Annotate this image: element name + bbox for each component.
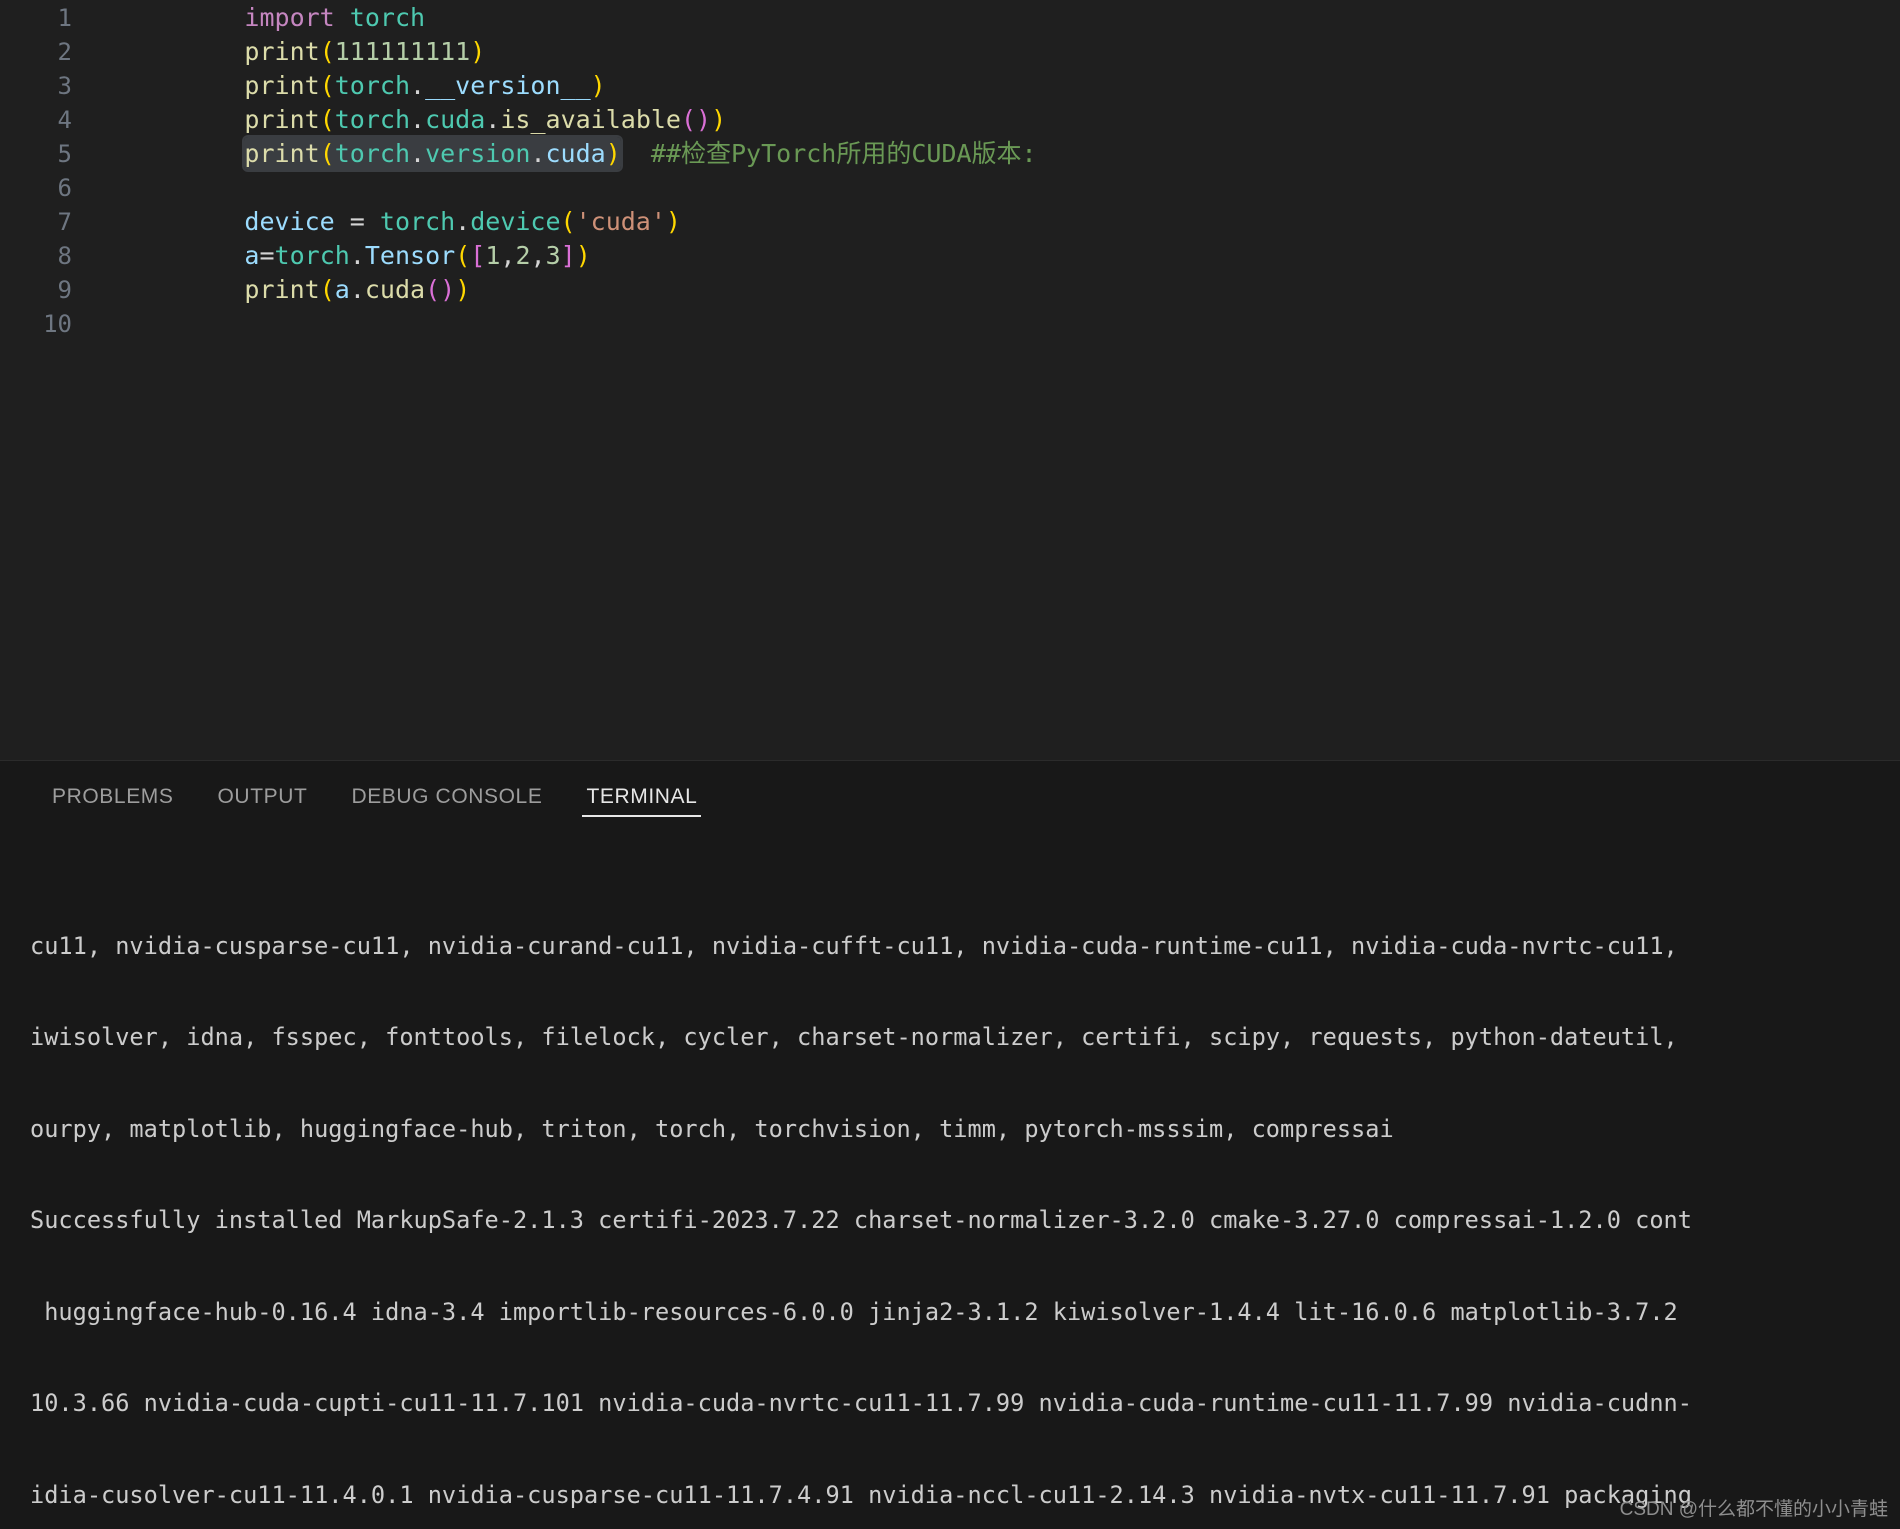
terminal-text: idia-cusolver-cu11-11.4.0.1 nvidia-cuspa… <box>30 1480 1692 1509</box>
token-paren: ( <box>319 275 335 304</box>
token-bracket: ] <box>560 241 576 270</box>
terminal-text: ourpy, matplotlib, huggingface-hub, trit… <box>30 1114 1394 1143</box>
terminal-line: ourpy, matplotlib, huggingface-hub, trit… <box>0 1114 1900 1145</box>
token-number: 2 <box>515 241 531 270</box>
token-dot: . <box>530 139 546 168</box>
token-attribute: version <box>425 139 531 168</box>
selection-highlight: print(torch.version.cuda) <box>244 137 621 170</box>
token-function: print <box>244 275 320 304</box>
token-function: print <box>244 139 320 168</box>
token-attribute: cuda <box>545 139 606 168</box>
code-area[interactable]: 1 import torch 2 print(111111111) 3 prin… <box>0 0 1900 341</box>
code-line-5: 5 print(torch.version.cuda) ##检查PyTorch所… <box>0 137 1900 171</box>
line-number: 7 <box>57 208 72 236</box>
lightbulb-icon[interactable] <box>114 73 131 95</box>
code-content: print(a.cuda()) <box>82 239 470 341</box>
tab-problems[interactable]: PROBLEMS <box>30 785 196 821</box>
terminal-text: 10.3.66 nvidia-cuda-cupti-cu11-11.7.101 … <box>30 1389 1692 1417</box>
token-dot: . <box>410 139 426 168</box>
terminal-output[interactable]: cu11, nvidia-cusparse-cu11, nvidia-curan… <box>0 821 1900 1529</box>
terminal-text: Successfully installed MarkupSafe-2.1.3 … <box>30 1206 1692 1234</box>
token-paren: ( <box>319 139 335 168</box>
token-method: cuda <box>364 275 426 304</box>
token-paren: ) <box>575 241 591 270</box>
watermark: CSDN @什么都不懂的小小青蛙 <box>1619 1499 1888 1520</box>
line-number: 9 <box>57 276 72 304</box>
token-paren: ( <box>425 275 441 304</box>
line-number: 5 <box>57 140 72 168</box>
terminal-line: 10.3.66 nvidia-cuda-cupti-cu11-11.7.101 … <box>0 1388 1900 1419</box>
terminal-line: iwisolver, idna, fsspec, fonttools, file… <box>0 1022 1900 1053</box>
token-paren: ) <box>455 275 471 304</box>
token-paren: ) <box>665 207 681 236</box>
line-number: 6 <box>57 174 72 202</box>
terminal-text: iwisolver, idna, fsspec, fonttools, file… <box>30 1023 1678 1051</box>
tab-terminal[interactable]: TERMINAL <box>564 785 719 821</box>
tab-debug-console[interactable]: DEBUG CONSOLE <box>329 785 564 821</box>
token-bracket: [ <box>470 241 486 270</box>
token-paren: ) <box>440 275 456 304</box>
terminal-line: idia-cusolver-cu11-11.4.0.1 nvidia-cuspa… <box>0 1480 1900 1511</box>
line-number: 2 <box>57 38 72 66</box>
line-number: 10 <box>43 310 72 338</box>
line-number: 3 <box>57 72 72 100</box>
token-comma: , <box>530 241 546 270</box>
bottom-panel: PROBLEMS OUTPUT DEBUG CONSOLE TERMINAL c… <box>0 760 1900 1529</box>
token-dot: . <box>349 275 365 304</box>
terminal-line: huggingface-hub-0.16.4 idna-3.4 importli… <box>0 1297 1900 1328</box>
panel-tab-bar: PROBLEMS OUTPUT DEBUG CONSOLE TERMINAL <box>0 761 1900 821</box>
tab-output[interactable]: OUTPUT <box>196 785 330 821</box>
line-number: 1 <box>57 4 72 32</box>
token-comma: , <box>500 241 516 270</box>
line-number: 8 <box>57 242 72 270</box>
line-number: 4 <box>57 106 72 134</box>
token-comment: ##检查PyTorch所用的CUDA版本: <box>650 139 1037 168</box>
terminal-text: cu11, nvidia-cusparse-cu11, nvidia-curan… <box>30 931 1678 960</box>
terminal-line: Successfully installed MarkupSafe-2.1.3 … <box>0 1205 1900 1236</box>
token-number: 3 <box>545 241 561 270</box>
code-line-9: 9 print(a.cuda()) <box>0 273 1900 307</box>
token-module: torch <box>334 139 411 168</box>
token-paren: ) <box>605 139 621 168</box>
terminal-line: cu11, nvidia-cusparse-cu11, nvidia-curan… <box>0 931 1900 962</box>
terminal-text: huggingface-hub-0.16.4 idna-3.4 importli… <box>30 1297 1678 1326</box>
token-number: 1 <box>485 241 501 270</box>
token-variable: a <box>334 275 350 304</box>
code-editor[interactable]: 1 import torch 2 print(111111111) 3 prin… <box>0 0 1900 760</box>
